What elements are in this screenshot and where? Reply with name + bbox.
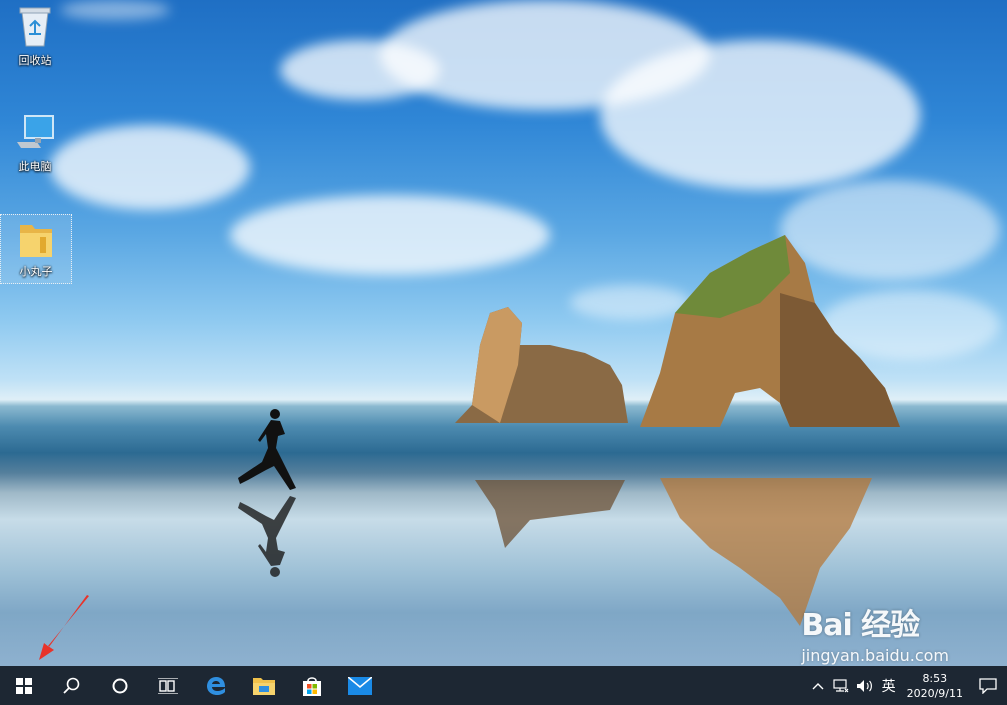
action-center-button[interactable]	[969, 678, 1007, 694]
watermark-url: jingyan.baidu.com	[801, 646, 949, 665]
input-language-indicator[interactable]: 英	[877, 676, 901, 696]
recycle-bin-icon	[16, 4, 54, 48]
desktop-icon-label: 小丸子	[20, 263, 53, 279]
desktop-icon-label: 此电脑	[19, 158, 52, 174]
taskbar: 英 8:53 2020/9/11	[0, 666, 1007, 705]
taskbar-file-explorer[interactable]	[240, 666, 288, 705]
cloud	[600, 40, 920, 190]
small-rock-formation	[450, 305, 630, 425]
task-view-button[interactable]	[144, 666, 192, 705]
network-button[interactable]	[829, 679, 853, 693]
volume-button[interactable]	[853, 679, 877, 693]
computer-icon	[15, 112, 55, 154]
runner-silhouette	[238, 408, 298, 494]
volume-icon	[856, 679, 874, 693]
desktop-icon-this-pc[interactable]: 此电脑	[4, 108, 66, 178]
store-icon	[301, 675, 323, 697]
watermark-logo: Bai 经验	[801, 600, 949, 644]
file-explorer-icon	[253, 677, 275, 695]
show-hidden-icons-button[interactable]	[807, 682, 829, 690]
taskbar-edge[interactable]	[192, 666, 240, 705]
task-view-icon	[158, 678, 178, 694]
system-tray: 英 8:53 2020/9/11	[807, 666, 1007, 705]
windows-start-icon	[16, 678, 32, 694]
desktop-icon-recycle-bin[interactable]: 回收站	[4, 0, 66, 70]
desktop-icon-label: 回收站	[19, 52, 52, 68]
baidu-jingyan-watermark: Bai 经验 jingyan.baidu.com	[801, 600, 949, 665]
desktop-icon-folder[interactable]: 小丸子	[0, 214, 72, 284]
runner-reflection	[238, 494, 298, 578]
cloud	[50, 125, 250, 210]
network-icon	[833, 679, 849, 693]
search-icon	[63, 677, 81, 695]
clock-time: 8:53	[922, 671, 947, 686]
cortana-icon	[111, 677, 129, 695]
cloud	[60, 0, 170, 20]
taskbar-store[interactable]	[288, 666, 336, 705]
chevron-up-icon	[812, 682, 824, 690]
rock-reflection	[470, 480, 630, 550]
search-button[interactable]	[48, 666, 96, 705]
folder-icon	[18, 219, 54, 259]
desktop-wallpaper: 回收站 此电脑 小丸子 Bai 经验 jingyan.baidu.com	[0, 0, 1007, 666]
annotation-arrow	[36, 594, 92, 662]
edge-icon	[205, 675, 227, 697]
clock-date: 2020/9/11	[907, 686, 963, 701]
clock[interactable]: 8:53 2020/9/11	[907, 671, 963, 701]
notification-icon	[979, 678, 997, 694]
cortana-button[interactable]	[96, 666, 144, 705]
taskbar-mail[interactable]	[336, 666, 384, 705]
arch-rock-formation	[640, 233, 902, 429]
cloud	[230, 195, 550, 275]
cloud	[280, 40, 440, 100]
mail-icon	[348, 677, 372, 695]
start-button[interactable]	[0, 666, 48, 705]
